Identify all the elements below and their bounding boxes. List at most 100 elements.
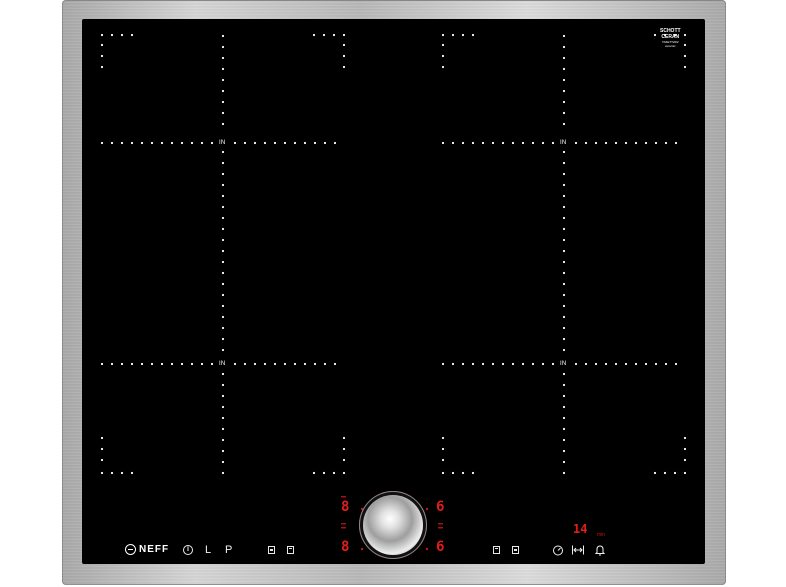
zone-rear-left-icon[interactable] bbox=[287, 546, 294, 554]
zone-dot bbox=[562, 216, 566, 220]
zone-dot bbox=[342, 447, 346, 451]
zone-dot bbox=[562, 122, 566, 126]
zone-dot bbox=[210, 141, 214, 145]
zone-dot bbox=[664, 362, 668, 366]
zone-dot bbox=[683, 458, 687, 462]
zone-dot bbox=[562, 100, 566, 104]
zone-dot bbox=[342, 436, 346, 440]
zone-dot bbox=[562, 383, 566, 387]
zone-dot bbox=[221, 471, 225, 475]
zone-dot bbox=[451, 471, 455, 475]
zone-rear-right-icon[interactable] bbox=[493, 546, 500, 554]
zone-dot bbox=[683, 447, 687, 451]
lock-button[interactable]: L bbox=[205, 544, 211, 556]
zone-label-in: IN bbox=[560, 361, 567, 367]
cooking-timer-icon[interactable] bbox=[571, 544, 585, 556]
zone-dot bbox=[441, 447, 445, 451]
zone-dot bbox=[221, 348, 225, 352]
zone-dot bbox=[461, 33, 465, 37]
zone-dot bbox=[273, 362, 277, 366]
zone-dot bbox=[170, 141, 174, 145]
zone-dot bbox=[562, 161, 566, 165]
zone-dot bbox=[604, 362, 608, 366]
zone-dot bbox=[313, 141, 317, 145]
zone-dot bbox=[562, 227, 566, 231]
zone-dot bbox=[562, 45, 566, 49]
zone-front-right-icon[interactable] bbox=[512, 546, 519, 554]
zone-dot bbox=[150, 141, 154, 145]
powerboost-button[interactable]: P bbox=[225, 544, 232, 556]
zone-dot bbox=[130, 362, 134, 366]
zone-dot bbox=[562, 194, 566, 198]
zone-dot bbox=[233, 141, 237, 145]
zone-dot bbox=[221, 34, 225, 38]
zone-dot bbox=[683, 471, 687, 475]
zone-dot bbox=[674, 141, 678, 145]
zone-dot bbox=[221, 315, 225, 319]
zone-dot bbox=[170, 362, 174, 366]
zone-dot bbox=[110, 33, 114, 37]
zone-dot bbox=[313, 362, 317, 366]
zone-dot bbox=[342, 471, 346, 475]
zone-dot bbox=[471, 141, 475, 145]
zone-dot bbox=[221, 45, 225, 49]
zone-dot bbox=[562, 238, 566, 242]
zone-dot bbox=[683, 33, 687, 37]
zone-dot bbox=[221, 271, 225, 275]
zone-dot bbox=[200, 362, 204, 366]
zone-dot bbox=[562, 427, 566, 431]
zone-dot bbox=[562, 56, 566, 60]
zone-dot bbox=[562, 67, 566, 71]
zone-dot bbox=[562, 372, 566, 376]
zone-dot bbox=[293, 141, 297, 145]
bell-icon[interactable] bbox=[594, 544, 606, 556]
zone-dot bbox=[322, 471, 326, 475]
zone-dot bbox=[562, 111, 566, 115]
zone-dot bbox=[441, 43, 445, 47]
zone-dot bbox=[221, 78, 225, 82]
twist-pad-knob[interactable] bbox=[363, 495, 423, 555]
zone-dot bbox=[562, 78, 566, 82]
zone-dot bbox=[471, 471, 475, 475]
zone-dot bbox=[562, 260, 566, 264]
zone-dot bbox=[461, 362, 465, 366]
zone-dot bbox=[221, 238, 225, 242]
zone-dot bbox=[263, 362, 267, 366]
zone-dot bbox=[221, 326, 225, 330]
zone-dot bbox=[594, 362, 598, 366]
zone-dot bbox=[562, 460, 566, 464]
zone-dot bbox=[333, 362, 337, 366]
zone-dot bbox=[130, 33, 134, 37]
zone-dot bbox=[221, 438, 225, 442]
zone-dot bbox=[190, 141, 194, 145]
zone-dot bbox=[441, 471, 445, 475]
zone-dot bbox=[221, 205, 225, 209]
zone-front-left-icon[interactable] bbox=[268, 546, 275, 554]
zone-dot bbox=[471, 33, 475, 37]
zone-dot bbox=[594, 141, 598, 145]
zone-label-in: IN bbox=[219, 361, 226, 367]
zone-dot bbox=[481, 141, 485, 145]
zone-dot bbox=[562, 271, 566, 275]
zone-dot bbox=[221, 172, 225, 176]
zone-dot bbox=[140, 362, 144, 366]
zone-dot bbox=[441, 54, 445, 58]
timer-icon[interactable] bbox=[552, 544, 564, 556]
zone-dot bbox=[180, 362, 184, 366]
zone-dot bbox=[663, 471, 667, 475]
zone-dot bbox=[303, 362, 307, 366]
zone-dot bbox=[140, 141, 144, 145]
zone-dot bbox=[521, 362, 525, 366]
zone-dot bbox=[221, 372, 225, 376]
zone-dot bbox=[221, 194, 225, 198]
power-icon[interactable] bbox=[182, 544, 194, 556]
zone-dot bbox=[562, 405, 566, 409]
brand-name: NEFF bbox=[139, 544, 170, 555]
zone-dot bbox=[441, 33, 445, 37]
zone-dot bbox=[120, 33, 124, 37]
zone-dot bbox=[221, 405, 225, 409]
zone-dot bbox=[221, 183, 225, 187]
zone-dot bbox=[221, 122, 225, 126]
zone-dot bbox=[481, 362, 485, 366]
zone-dot bbox=[441, 436, 445, 440]
